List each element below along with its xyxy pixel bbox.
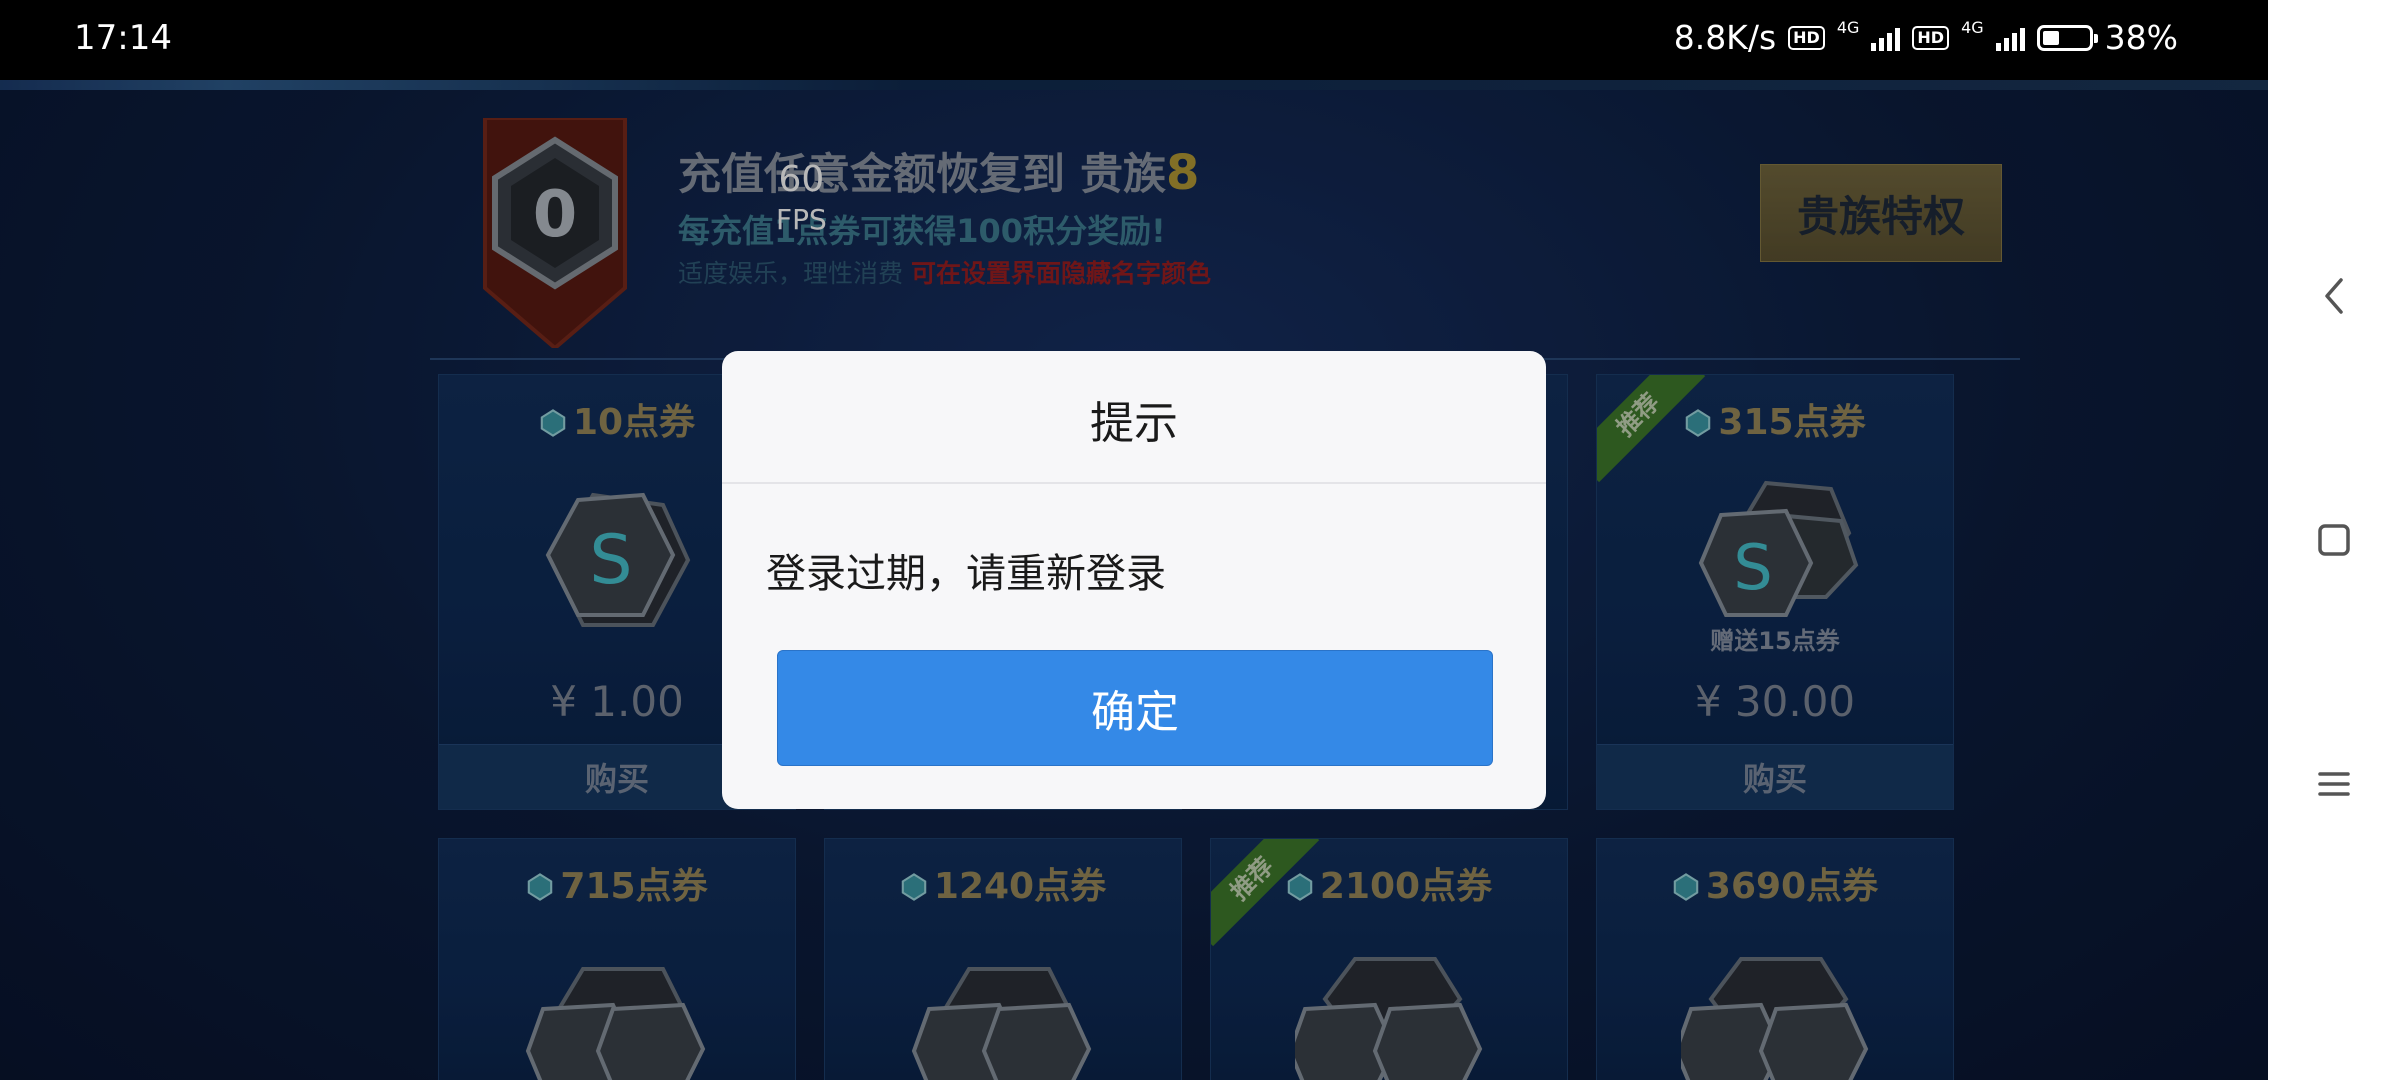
- battery-icon: [2036, 24, 2098, 51]
- status-time: 17:14: [74, 18, 172, 58]
- status-indicators: 8.8K/s HD 4G HD 4G 38%: [1674, 18, 2178, 57]
- battery-fill: [2042, 30, 2060, 45]
- net-speed: 8.8K/s: [1673, 18, 1777, 57]
- dialog-divider: [722, 482, 1546, 484]
- dialog-message: 登录过期，请重新登录: [766, 551, 1166, 597]
- confirm-button[interactable]: 确定: [777, 650, 1493, 766]
- system-nav-bar: [2268, 0, 2400, 1080]
- status-bar: 17:14 8.8K/s HD 4G HD 4G 38%: [0, 0, 2268, 80]
- hd-icon: HD: [1912, 25, 1950, 50]
- menu-lines-icon: [2318, 772, 2350, 796]
- alert-dialog: 提示 登录过期，请重新登录 确定: [722, 351, 1546, 809]
- hd-icon: HD: [1788, 25, 1825, 50]
- dialog-title: 提示: [1090, 398, 1178, 449]
- home-button[interactable]: [2268, 480, 2400, 600]
- network-type-label: 4G: [1961, 18, 1984, 37]
- signal-icon: [1871, 25, 1901, 51]
- back-chevron-icon: [2325, 278, 2343, 314]
- signal-icon: [1995, 25, 2025, 51]
- network-type-label: 4G: [1836, 18, 1860, 37]
- battery-percent: 38%: [2104, 18, 2178, 57]
- home-square-icon: [2318, 524, 2350, 556]
- menu-button[interactable]: [2268, 724, 2400, 844]
- back-button[interactable]: [2268, 236, 2400, 356]
